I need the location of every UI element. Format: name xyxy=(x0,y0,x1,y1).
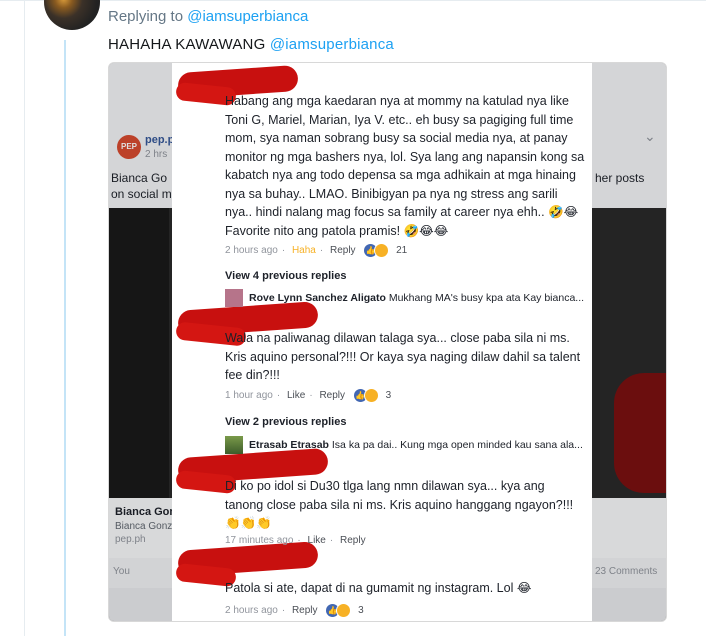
comment-time[interactable]: 2 hours ago xyxy=(225,245,278,256)
like-button[interactable]: Like xyxy=(308,535,326,546)
comment-meta: 2 hours ago · Reply 👍 3 xyxy=(225,603,364,618)
reaction-count[interactable]: 3 xyxy=(358,605,364,616)
comment-time[interactable]: 2 hours ago xyxy=(225,605,278,616)
haha-reaction-icon xyxy=(336,603,352,618)
like-button[interactable]: Like xyxy=(287,390,305,401)
reply-button[interactable]: Reply xyxy=(319,390,345,401)
avatar[interactable] xyxy=(44,0,100,30)
avatar[interactable] xyxy=(225,289,243,307)
comment-text: Patola si ate, dapat di na gumamit ng in… xyxy=(225,581,532,595)
reaction-count[interactable]: 3 xyxy=(386,390,392,401)
reply-preview[interactable]: Rove Lynn Sanchez Aligato Mukhang MA's b… xyxy=(249,292,584,304)
tweet-body: HAHAHA KAWAWANG xyxy=(108,36,266,53)
comment-meta: 17 minutes ago · Like · Reply xyxy=(225,535,366,546)
comment-time[interactable]: 1 hour ago xyxy=(225,390,273,401)
comment-meta: 1 hour ago · Like · Reply 👍 3 xyxy=(225,388,391,403)
replying-to: Replying to @iamsuperbianca xyxy=(108,8,308,25)
haha-reaction-icon xyxy=(363,388,379,403)
reply-snippet: Isa ka pa dai.. Kung mga open minded kau… xyxy=(331,439,583,451)
comment-time[interactable]: 17 minutes ago xyxy=(225,535,293,546)
comment-meta: 2 hours ago · Haha · Reply 👍 21 xyxy=(225,243,407,258)
tweet-mention[interactable]: @iamsuperbianca xyxy=(270,36,394,53)
haha-reaction-icon xyxy=(374,243,390,258)
view-previous-replies[interactable]: View 2 previous replies xyxy=(225,416,346,428)
avatar[interactable] xyxy=(225,436,243,454)
replying-to-label: Replying to xyxy=(108,8,184,25)
reply-author[interactable]: Etrasab Etrasab xyxy=(249,439,329,451)
reply-button[interactable]: Reply xyxy=(330,245,356,256)
reply-button[interactable]: Reply xyxy=(292,605,318,616)
reaction-count[interactable]: 21 xyxy=(396,245,407,256)
attached-image[interactable]: PEP pep.p 2 hrs ⌄ Bianca Go on social m … xyxy=(108,62,667,622)
reply-author[interactable]: Rove Lynn Sanchez Aligato xyxy=(249,292,386,304)
reply-preview[interactable]: Etrasab Etrasab Isa ka pa dai.. Kung mga… xyxy=(249,439,583,451)
tweet-text: HAHAHA KAWAWANG @iamsuperbianca xyxy=(108,36,394,53)
comment-text: Wala na paliwanag dilawan talaga sya... … xyxy=(225,331,581,382)
timeline-border xyxy=(24,0,25,636)
reply-button[interactable]: Reply xyxy=(340,535,366,546)
reply-snippet: Mukhang MA's busy kpa ata Kay bianca... xyxy=(388,292,585,304)
comment-text: Habang ang mga kaedaran nya at mommy na … xyxy=(225,94,585,238)
haha-reaction-button[interactable]: Haha xyxy=(292,245,316,256)
comments-panel: Habang ang mga kaedaran nya at mommy na … xyxy=(172,63,592,621)
comment-text: Di ko po idol si Du30 tlga lang nmn dila… xyxy=(225,479,574,530)
view-previous-replies[interactable]: View 4 previous replies xyxy=(225,270,346,282)
replying-to-handle[interactable]: @iamsuperbianca xyxy=(187,8,308,25)
thread-line xyxy=(64,40,66,636)
top-divider xyxy=(0,0,706,1)
